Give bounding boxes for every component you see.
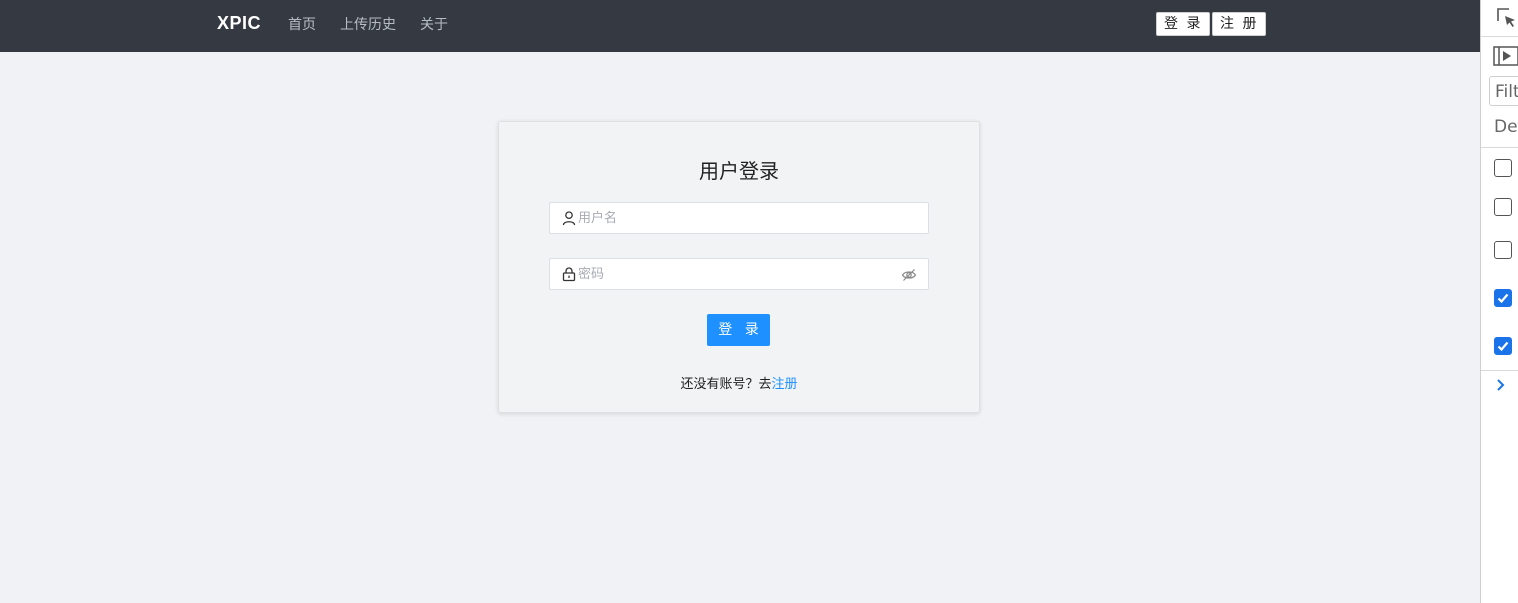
header-login-button[interactable]: 登 录 — [1156, 12, 1211, 36]
devtools-panel: Filt Def — [1480, 0, 1518, 603]
login-submit-button[interactable]: 登 录 — [707, 314, 770, 346]
devtools-divider — [1481, 370, 1518, 371]
eye-off-icon[interactable] — [901, 267, 917, 283]
devtools-checkbox-3[interactable] — [1494, 241, 1512, 259]
chevron-right-icon[interactable] — [1495, 377, 1507, 393]
devtools-checkbox-1[interactable] — [1494, 159, 1512, 177]
default-levels-label[interactable]: Def — [1494, 117, 1518, 137]
password-input[interactable] — [578, 259, 898, 289]
register-hint-text: 还没有账号？去 — [680, 377, 772, 392]
header-register-button[interactable]: 注 册 — [1212, 12, 1267, 36]
devtools-filter-input[interactable]: Filt — [1489, 76, 1518, 106]
check-icon — [1497, 293, 1509, 304]
devtools-divider — [1481, 147, 1518, 148]
main-nav: 首页 上传历史 关于 — [288, 14, 472, 34]
nav-item-about[interactable]: 关于 — [420, 14, 448, 34]
devtools-divider — [1481, 36, 1518, 37]
nav-item-upload-history[interactable]: 上传历史 — [340, 14, 396, 34]
devtools-checkbox-2[interactable] — [1494, 198, 1512, 216]
check-icon — [1497, 341, 1509, 352]
login-title: 用户登录 — [699, 159, 779, 183]
user-icon — [561, 210, 577, 226]
inspect-element-icon[interactable] — [1495, 6, 1518, 34]
login-card: 用户登录 登 录 还没有账号？去注册 — [498, 121, 980, 413]
username-input[interactable] — [578, 203, 898, 233]
nav-item-home[interactable]: 首页 — [288, 14, 316, 34]
register-link[interactable]: 注册 — [772, 377, 798, 392]
devtools-checkbox-4[interactable] — [1494, 289, 1512, 307]
username-field[interactable] — [549, 202, 929, 234]
register-hint: 还没有账号？去注册 — [499, 373, 979, 392]
top-navbar: XPIC 首页 上传历史 关于 登 录 注 册 — [0, 0, 1480, 52]
password-field[interactable] — [549, 258, 929, 290]
lock-icon — [561, 266, 577, 282]
play-panel-icon[interactable] — [1493, 45, 1518, 71]
filter-placeholder: Filt — [1495, 82, 1518, 102]
brand-logo[interactable]: XPIC — [217, 13, 261, 34]
devtools-checkbox-5[interactable] — [1494, 337, 1512, 355]
